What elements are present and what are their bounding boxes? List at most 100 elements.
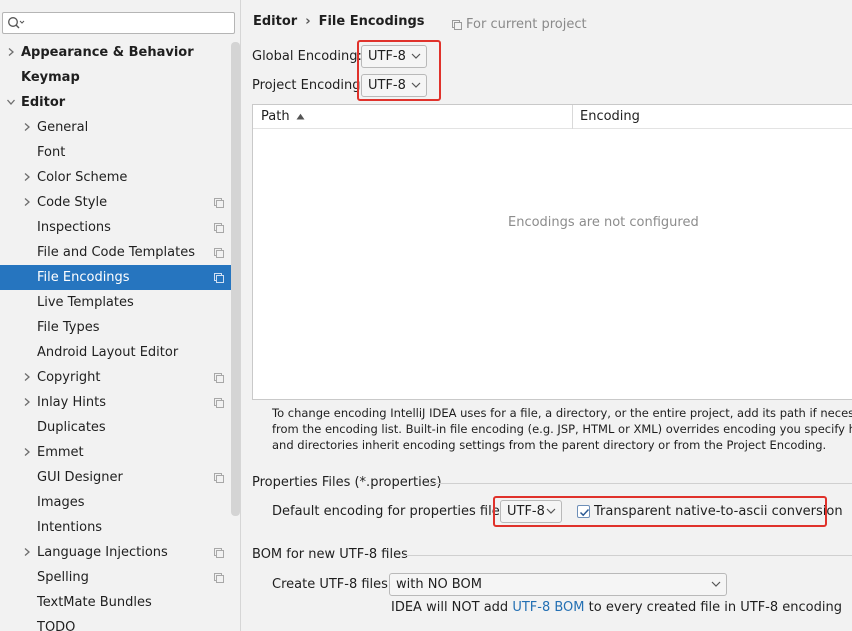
chevron-right-icon[interactable] (22, 397, 32, 407)
column-encoding-label: Encoding (580, 109, 640, 124)
sidebar-item-label: Android Layout Editor (37, 345, 179, 360)
scope-label: For current project (466, 17, 587, 32)
sidebar-item-intentions[interactable]: Intentions (0, 515, 240, 540)
table-header: Path Encoding (253, 105, 852, 129)
bom-note-before: IDEA will NOT add (391, 600, 509, 615)
sidebar-item-todo[interactable]: TODO (0, 615, 240, 631)
project-scope-icon (214, 397, 224, 408)
chevron-right-icon[interactable] (22, 372, 32, 382)
sidebar-item-images[interactable]: Images (0, 490, 240, 515)
breadcrumb-file-encodings: File Encodings (318, 14, 425, 29)
project-scope-icon (452, 19, 462, 30)
settings-search-field[interactable] (25, 14, 230, 32)
sidebar-item-label: Keymap (21, 70, 80, 85)
sidebar-item-live-templates[interactable]: Live Templates (0, 290, 240, 315)
properties-highlight-box (493, 496, 827, 527)
sidebar-item-inspections[interactable]: Inspections (0, 215, 240, 240)
project-scope-icon (214, 472, 224, 483)
column-divider[interactable] (572, 105, 573, 129)
encoding-help-text: To change encoding IntelliJ IDEA uses fo… (272, 405, 852, 453)
sidebar-item-duplicates[interactable]: Duplicates (0, 415, 240, 440)
encodings-table[interactable]: Path Encoding Encodings are not configur… (252, 104, 852, 400)
search-icon (8, 17, 25, 29)
breadcrumb: Editor › File Encodings (253, 14, 425, 29)
sidebar-item-color-scheme[interactable]: Color Scheme (0, 165, 240, 190)
chevron-down-icon[interactable] (6, 97, 16, 107)
sidebar-item-language-injections[interactable]: Language Injections (0, 540, 240, 565)
sidebar-item-gui-designer[interactable]: GUI Designer (0, 465, 240, 490)
sidebar-item-label: Inlay Hints (37, 395, 106, 410)
encoding-highlight-box (357, 40, 441, 101)
scope-indicator: For current project (452, 17, 587, 32)
project-scope-icon (214, 222, 224, 233)
settings-sidebar: Appearance & Behavior Keymap Editor General… (0, 0, 241, 631)
sidebar-item-textmate-bundles[interactable]: TextMate Bundles (0, 590, 240, 615)
project-encoding-label: Project Encoding: (252, 78, 365, 93)
sidebar-item-emmet[interactable]: Emmet (0, 440, 240, 465)
settings-content: Editor › File Encodings For current proj… (241, 0, 852, 631)
table-empty-text: Encodings are not configured (508, 215, 699, 230)
sidebar-item-label: Code Style (37, 195, 108, 210)
sidebar-item-label: File and Code Templates (37, 245, 195, 260)
sidebar-item-inlay-hints[interactable]: Inlay Hints (0, 390, 240, 415)
sidebar-item-general[interactable]: General (0, 115, 240, 140)
bom-note-after: to every created file in UTF-8 encoding (588, 600, 842, 615)
sidebar-item-appearance-behavior[interactable]: Appearance & Behavior (0, 40, 240, 65)
column-path-label: Path (261, 109, 290, 124)
project-scope-icon (214, 272, 224, 283)
chevron-right-icon[interactable] (22, 172, 32, 182)
column-header-path[interactable]: Path (261, 109, 305, 124)
properties-section-title: Properties Files (*.properties) (252, 475, 442, 490)
bom-section-title: BOM for new UTF-8 files (252, 547, 408, 562)
breadcrumb-separator: › (305, 14, 311, 29)
help-line: and directories inherit encoding setting… (272, 438, 827, 452)
sidebar-item-label: General (37, 120, 89, 135)
sidebar-item-file-types[interactable]: File Types (0, 315, 240, 340)
column-header-encoding[interactable]: Encoding (580, 109, 640, 124)
sidebar-item-label: Live Templates (37, 295, 134, 310)
bom-option-select[interactable]: with NO BOM (389, 573, 727, 596)
sidebar-item-label: Language Injections (37, 545, 168, 560)
sidebar-item-label: TextMate Bundles (37, 595, 152, 610)
sidebar-item-font[interactable]: Font (0, 140, 240, 165)
settings-search-input[interactable] (2, 12, 235, 34)
section-divider (428, 483, 852, 484)
sidebar-item-label: GUI Designer (37, 470, 123, 485)
sidebar-item-label: File Encodings (37, 270, 130, 285)
sidebar-item-label: File Types (37, 320, 100, 335)
sidebar-item-label: Font (37, 145, 66, 160)
sidebar-item-label: Inspections (37, 220, 111, 235)
project-scope-icon (214, 372, 224, 383)
sidebar-item-spelling[interactable]: Spelling (0, 565, 240, 590)
sidebar-item-label: Spelling (37, 570, 89, 585)
sidebar-item-label: Duplicates (37, 420, 106, 435)
sidebar-item-file-encodings[interactable]: File Encodings (0, 265, 240, 290)
project-scope-icon (214, 247, 224, 258)
chevron-right-icon[interactable] (22, 122, 32, 132)
project-scope-icon (214, 547, 224, 558)
sidebar-item-editor[interactable]: Editor (0, 90, 240, 115)
chevron-right-icon[interactable] (22, 547, 32, 557)
chevron-right-icon[interactable] (6, 47, 16, 57)
global-encoding-label: Global Encoding: (252, 49, 362, 64)
help-line: from the encoding list. Built-in file en… (272, 422, 852, 436)
sidebar-item-label: Appearance & Behavior (21, 45, 194, 60)
sidebar-item-label: TODO (37, 620, 76, 631)
help-line: To change encoding IntelliJ IDEA uses fo… (272, 406, 852, 420)
create-utf8-label: Create UTF-8 files: (272, 577, 393, 592)
chevron-right-icon[interactable] (22, 197, 32, 207)
breadcrumb-editor[interactable]: Editor (253, 14, 297, 29)
sidebar-item-copyright[interactable]: Copyright (0, 365, 240, 390)
project-scope-icon (214, 197, 224, 208)
chevron-right-icon[interactable] (22, 447, 32, 457)
sidebar-item-label: Editor (21, 95, 66, 110)
sidebar-scrollbar[interactable] (231, 42, 240, 516)
sidebar-item-label: Images (37, 495, 85, 510)
chevron-down-icon (711, 581, 721, 587)
sidebar-item-code-style[interactable]: Code Style (0, 190, 240, 215)
utf8-bom-link[interactable]: UTF-8 BOM (512, 600, 584, 615)
sidebar-item-android-layout-editor[interactable]: Android Layout Editor (0, 340, 240, 365)
sidebar-item-keymap[interactable]: Keymap (0, 65, 240, 90)
sidebar-item-file-and-code-templates[interactable]: File and Code Templates (0, 240, 240, 265)
sidebar-item-label: Intentions (37, 520, 103, 535)
